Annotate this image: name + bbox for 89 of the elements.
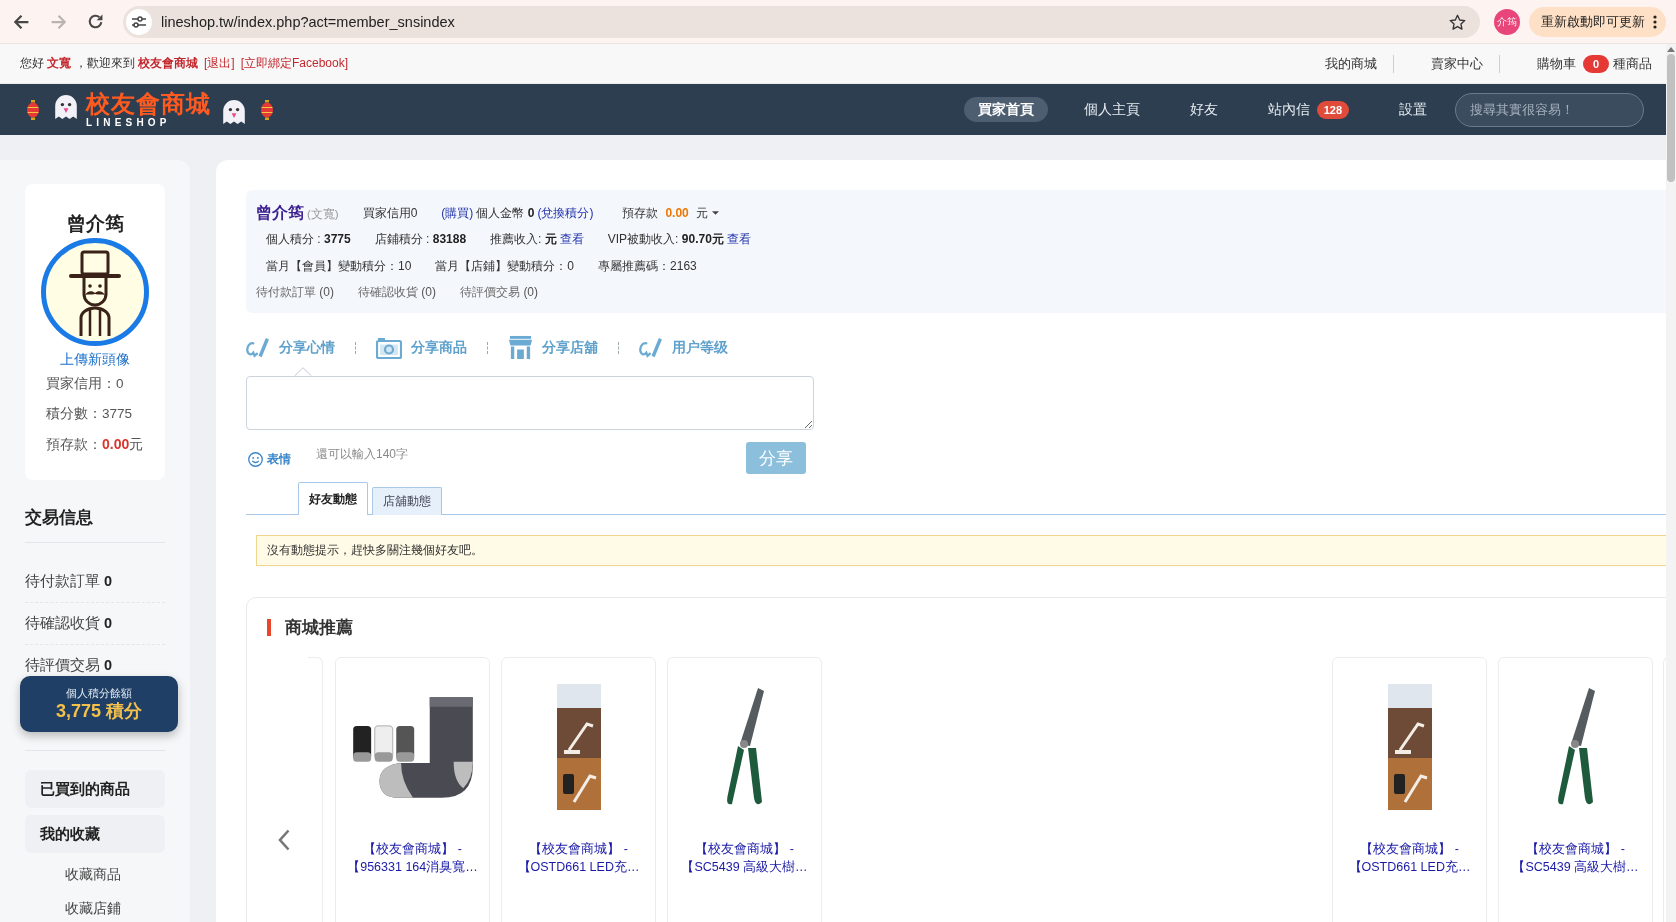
nav-tab[interactable]: 設置 xyxy=(1385,97,1441,122)
profile-stat: 積分數：3775 xyxy=(46,405,134,423)
storefront-icon xyxy=(508,335,533,360)
nav-tab[interactable]: 站內信 128 xyxy=(1253,97,1363,122)
points-balance-value: 3,775 積分 xyxy=(55,700,142,722)
search-field[interactable]: 搜尋其實很容易！ xyxy=(1455,92,1644,127)
profile-stat: 買家信用：0 xyxy=(46,375,125,393)
sidebar-submenu-item[interactable]: 收藏商品 xyxy=(65,857,121,891)
pen-icon xyxy=(639,336,663,359)
nav-tab[interactable]: 個人主頁 xyxy=(1069,97,1154,122)
account-info-text: VIP被動收入: 90.70元 xyxy=(607,231,724,249)
lantern-icon xyxy=(27,99,39,120)
bookmark-star-icon[interactable] xyxy=(1449,13,1466,30)
cart-count-badge: 0 xyxy=(1583,54,1609,73)
balance-dropdown[interactable]: 預存款 0.00 元 xyxy=(622,204,719,222)
heading-accent-bar xyxy=(267,618,271,636)
sidebar-menu-item[interactable]: 我的收藏 xyxy=(25,815,165,853)
product-title-link[interactable]: 【校友會商城】 - 【956331 164消臭寬… xyxy=(347,840,478,876)
emoji-button[interactable]: 表情 xyxy=(248,450,291,468)
member-nickname: (文寬) xyxy=(307,206,339,222)
trade-status-item[interactable]: 待付款訂單 0 xyxy=(25,572,113,591)
top-menu-link[interactable]: 賣家中心 xyxy=(1431,54,1483,73)
profile-button[interactable]: 介筠 xyxy=(1494,8,1520,35)
nav-tab[interactable]: 好友 xyxy=(1175,97,1232,122)
profile-name: 曾介筠 xyxy=(66,213,124,235)
caret-icon xyxy=(711,211,719,216)
section-heading: 交易信息 xyxy=(25,508,165,543)
feed-tab[interactable]: 店舖動態 xyxy=(372,487,442,515)
scrollbar[interactable] xyxy=(1666,44,1676,922)
account-link[interactable]: (兌換積分) xyxy=(537,204,594,222)
section-title: 商城推薦 xyxy=(285,616,353,639)
account-info-text: 推薦收入: 元 xyxy=(490,231,557,249)
account-link[interactable]: [立即綁定Facebook] xyxy=(240,55,349,72)
scroll-up-icon[interactable] xyxy=(1667,47,1675,52)
menu-dots-icon xyxy=(1653,14,1657,29)
account-link[interactable]: 查看 xyxy=(559,231,584,249)
welcome-text: 您好 文寬 ，歡迎來到 校友會商城 xyxy=(20,55,198,72)
forward-arrow-icon xyxy=(50,14,66,29)
cart-suffix-text: 種商品 xyxy=(1613,54,1652,73)
account-info-text: 待評價交易 (0) xyxy=(460,284,539,302)
sliders-icon xyxy=(132,15,146,28)
ghost-icon xyxy=(223,99,245,124)
points-balance-label: 個人積分餘額 xyxy=(66,686,132,700)
smiley-icon xyxy=(248,451,263,467)
character-counter: 還可以輸入140字 xyxy=(316,445,409,463)
top-menu-link[interactable]: 我的商城 xyxy=(1325,54,1377,73)
unread-count-badge: 128 xyxy=(1316,100,1349,119)
account-link[interactable]: 查看 xyxy=(726,231,751,249)
account-info-text: 待確認收貨 (0) xyxy=(358,284,437,302)
sidebar-submenu-item[interactable]: 收藏店鋪 xyxy=(65,891,121,922)
trade-status-item[interactable]: 待評價交易 0 xyxy=(25,656,113,675)
site-info-button[interactable] xyxy=(126,8,152,35)
ghost-icon xyxy=(55,94,77,119)
pen-icon xyxy=(246,336,270,359)
account-info-text: 個人金幣 0 xyxy=(476,204,535,222)
camera-icon xyxy=(376,336,402,359)
lantern-icon xyxy=(261,99,273,120)
account-info-text: 專屬推薦碼：2163 xyxy=(598,257,697,275)
product-title-link[interactable]: 【校友會商城】 - 【SC5439 高級大樹… xyxy=(681,840,808,876)
account-info-text: 待付款訂單 (0) xyxy=(256,284,334,302)
account-link[interactable]: (購買) xyxy=(441,204,474,222)
product-title-link[interactable]: 【校友會商城】 - 【SC5439 高級大樹… xyxy=(1512,840,1639,876)
scrollbar-thumb[interactable] xyxy=(1667,54,1675,182)
upload-avatar-link[interactable]: 上傳新頭像 xyxy=(60,350,130,368)
cart-link[interactable]: 購物車 xyxy=(1537,54,1576,73)
url-text: lineshop.tw/index.php?act=member_snsindex xyxy=(161,13,455,30)
account-info-text: 買家信用0 xyxy=(362,204,418,222)
notice-text: 沒有動態提示，趕快多關注幾個好友吧。 xyxy=(267,542,483,559)
profile-stat: 預存款：0.00元 xyxy=(46,435,145,454)
account-link[interactable]: [退出] xyxy=(204,55,235,72)
back-arrow-icon xyxy=(13,14,29,29)
address-bar[interactable]: lineshop.tw/index.php?act=member_snsindex xyxy=(123,5,1480,38)
chevron-left-icon xyxy=(278,829,290,851)
member-name: 曾介筠 xyxy=(256,202,304,223)
nav-tab[interactable]: 買家首頁 xyxy=(963,97,1048,122)
update-button[interactable]: 重新啟動即可更新 xyxy=(1529,6,1666,37)
account-info-text: 店鋪積分 : 83188 xyxy=(374,231,467,249)
account-info-text: 當月【店鋪】變動積分：0 xyxy=(435,257,575,275)
account-info-text: 當月【會員】變動積分：10 xyxy=(266,257,412,275)
sidebar-menu-item[interactable]: 已買到的商品 xyxy=(25,770,165,808)
account-info-text: 個人積分 : 3775 xyxy=(266,231,351,249)
product-title-link[interactable]: 【校友會商城】 - 【OSTD661 LED充… xyxy=(1348,840,1471,876)
logo-title[interactable]: 校友會商城 xyxy=(86,90,211,117)
feed-tab[interactable]: 好友動態 xyxy=(298,482,368,515)
trade-status-item[interactable]: 待確認收貨 0 xyxy=(25,614,113,633)
reload-icon xyxy=(87,14,103,29)
product-title-link[interactable]: 【校友會商城】 - 【OSTD661 LED充… xyxy=(517,840,640,876)
pointer-notch-icon xyxy=(293,367,312,376)
logo-subtitle: LINESHOP xyxy=(86,116,172,129)
